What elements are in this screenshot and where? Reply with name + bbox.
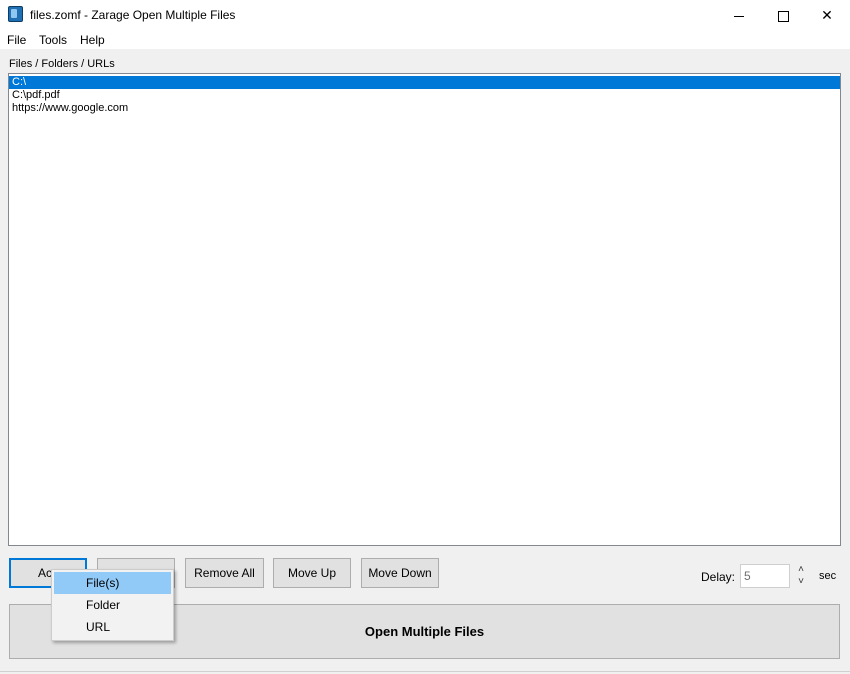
list-item[interactable]: C:\pdf.pdf: [9, 89, 840, 102]
delay-label: Delay:: [701, 570, 736, 584]
menu-help[interactable]: Help: [80, 33, 105, 47]
spin-up-icon[interactable]: ˄: [793, 564, 809, 576]
minimize-button[interactable]: [716, 0, 762, 30]
list-item[interactable]: https://www.google.com: [9, 102, 840, 115]
minimize-icon: [734, 15, 744, 17]
close-icon: ✕: [821, 7, 833, 23]
window-title: files.zomf - Zarage Open Multiple Files: [30, 8, 236, 22]
move-up-button[interactable]: Move Up: [273, 558, 351, 588]
move-down-button[interactable]: Move Down: [361, 558, 439, 588]
delay-unit-label: sec: [819, 570, 837, 582]
files-listbox[interactable]: C:\ C:\pdf.pdf https://www.google.com: [8, 73, 841, 546]
list-label: Files / Folders / URLs: [9, 58, 115, 70]
menu-bar: File Tools Help: [0, 30, 850, 49]
app-icon: [8, 6, 23, 22]
delay-input[interactable]: [740, 564, 790, 588]
close-button[interactable]: ✕: [804, 0, 850, 30]
add-button-label: Ac: [38, 566, 53, 580]
spin-down-icon[interactable]: ˅: [793, 576, 809, 588]
title-bar: files.zomf - Zarage Open Multiple Files …: [0, 0, 850, 30]
context-menu-item-folder[interactable]: Folder: [54, 594, 171, 616]
maximize-icon: [777, 10, 789, 22]
maximize-button[interactable]: [760, 0, 806, 30]
menu-tools[interactable]: Tools: [39, 33, 67, 47]
list-item[interactable]: C:\: [9, 76, 840, 89]
context-menu-item-files[interactable]: File(s): [54, 572, 171, 594]
window-bottom-border: [0, 671, 850, 672]
remove-all-button[interactable]: Remove All: [185, 558, 264, 588]
context-menu-item-url[interactable]: URL: [54, 616, 171, 638]
menu-file[interactable]: File: [7, 33, 26, 47]
add-context-menu: File(s) Folder URL: [51, 569, 174, 641]
